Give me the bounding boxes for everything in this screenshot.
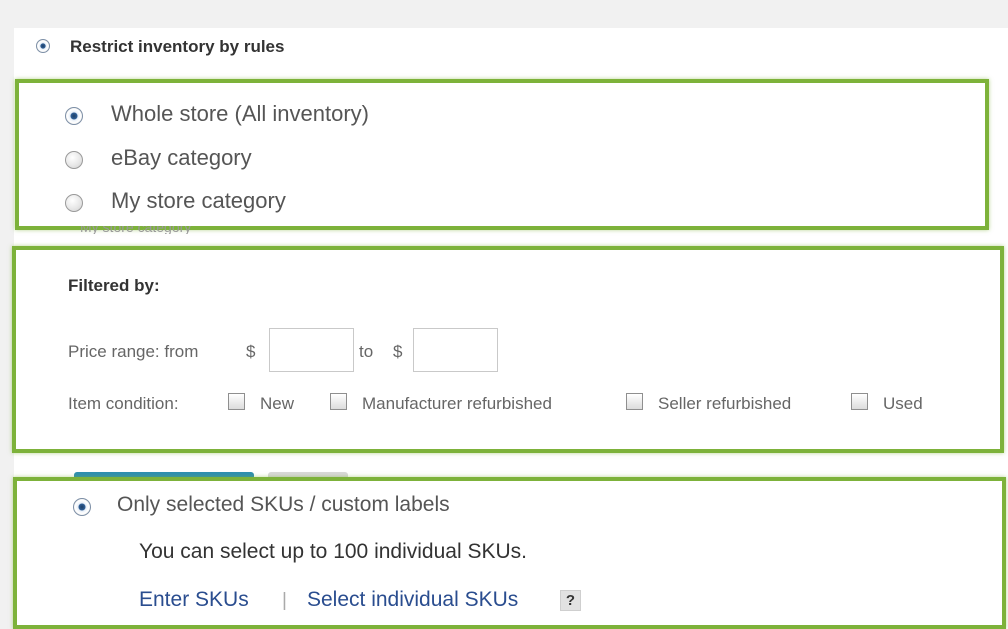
hidden-my-store-category-text: My store category xyxy=(80,226,192,234)
top-background-band xyxy=(0,0,1008,28)
sku-selection-panel: Only selected SKUs / custom labels You c… xyxy=(13,477,1006,629)
condition-seller-refurbished-label: Seller refurbished xyxy=(658,394,792,413)
price-to-currency: $ xyxy=(393,342,403,361)
condition-manufacturer-refurbished-label: Manufacturer refurbished xyxy=(362,394,552,413)
filtered-by-title: Filtered by: xyxy=(68,276,160,295)
scope-radio-ebay-category[interactable] xyxy=(65,151,83,169)
sku-option-label: Only selected SKUs / custom labels xyxy=(117,493,450,516)
scope-label-whole-store: Whole store (All inventory) xyxy=(111,101,369,126)
condition-new-checkbox[interactable] xyxy=(228,393,245,410)
filter-panel: Filtered by: Price range: from $ to $ It… xyxy=(12,246,1004,453)
scope-label-my-store-category: My store category xyxy=(111,188,286,213)
restrict-inventory-label: Restrict inventory by rules xyxy=(70,37,285,56)
condition-seller-refurbished-checkbox[interactable] xyxy=(626,393,643,410)
inventory-scope-panel: Whole store (All inventory) eBay categor… xyxy=(15,79,989,230)
scope-radio-my-store-category[interactable] xyxy=(65,194,83,212)
select-individual-skus-link[interactable]: Select individual SKUs xyxy=(307,588,518,612)
price-from-currency: $ xyxy=(246,342,256,361)
condition-used-label: Used xyxy=(883,394,923,413)
help-icon[interactable]: ? xyxy=(560,590,581,611)
condition-new-label: New xyxy=(260,394,295,413)
link-separator: | xyxy=(282,590,287,611)
sku-option-radio[interactable] xyxy=(73,498,91,516)
price-from-input[interactable] xyxy=(269,328,354,372)
enter-skus-link[interactable]: Enter SKUs xyxy=(139,588,249,612)
item-condition-label: Item condition: xyxy=(68,394,179,413)
scope-label-ebay-category: eBay category xyxy=(111,145,252,170)
price-to-input[interactable] xyxy=(413,328,498,372)
condition-used-checkbox[interactable] xyxy=(851,393,868,410)
price-to-label: to xyxy=(359,342,374,361)
sku-description: You can select up to 100 individual SKUs… xyxy=(139,540,527,563)
condition-manufacturer-refurbished-checkbox[interactable] xyxy=(330,393,347,410)
restrict-inventory-radio[interactable] xyxy=(36,39,50,53)
scope-radio-whole-store[interactable] xyxy=(65,107,83,125)
price-range-label: Price range: from xyxy=(68,342,199,361)
